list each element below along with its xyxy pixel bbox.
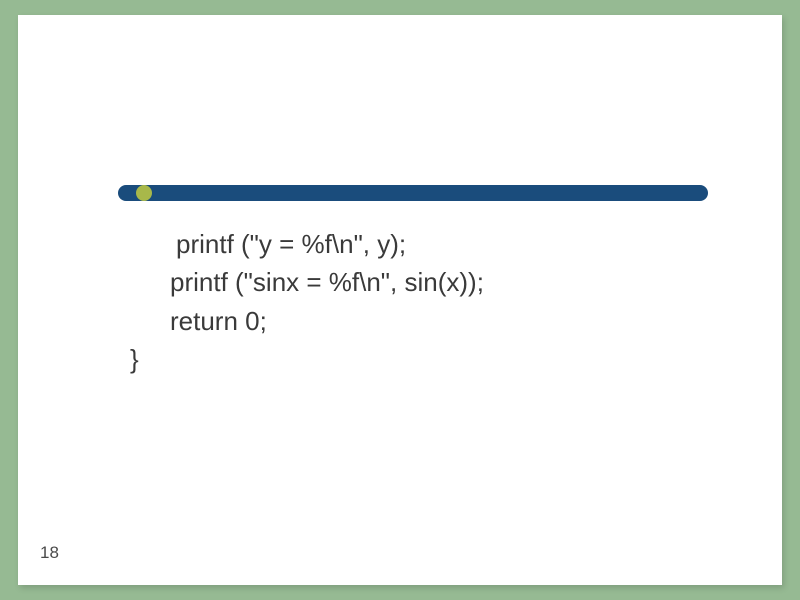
page-number: 18 [40, 543, 59, 563]
slide-container: printf ("y = %f\n", y); printf ("sinx = … [18, 15, 782, 585]
divider-bar [118, 185, 708, 201]
code-content: printf ("y = %f\n", y); printf ("sinx = … [130, 225, 484, 379]
bullet-icon [136, 185, 152, 201]
code-line-2: printf ("sinx = %f\n", sin(x)); [170, 263, 484, 301]
code-line-1: printf ("y = %f\n", y); [176, 225, 484, 263]
code-line-4: } [130, 340, 484, 378]
code-line-3: return 0; [170, 302, 484, 340]
